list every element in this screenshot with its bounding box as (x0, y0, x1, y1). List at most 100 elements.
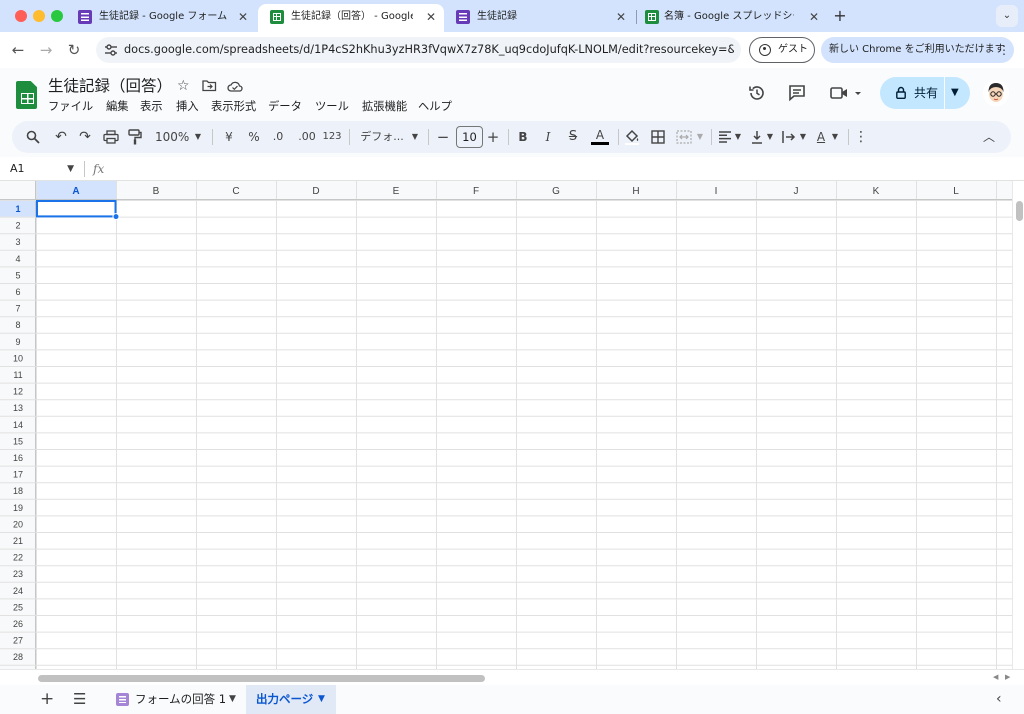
bold-button[interactable]: B (516, 121, 530, 153)
column-header-f[interactable]: F (473, 186, 479, 197)
column-header-b[interactable]: B (153, 186, 160, 197)
redo-icon[interactable]: ↷ (76, 121, 94, 153)
merge-cells-icon[interactable] (676, 130, 692, 144)
share-button[interactable]: 共有 ▼ (880, 77, 970, 109)
row-header-27[interactable]: 27 (13, 636, 23, 646)
currency-format-button[interactable]: ¥ (221, 121, 237, 153)
menu-insert[interactable]: 挿入 (173, 98, 202, 116)
row-header-6[interactable]: 6 (15, 287, 20, 297)
vertical-align-icon[interactable] (751, 130, 763, 144)
scroll-right-icon[interactable]: ▶ (1005, 673, 1010, 681)
borders-icon[interactable] (651, 130, 665, 144)
column-header-h[interactable]: H (632, 186, 639, 197)
row-header-23[interactable]: 23 (13, 569, 23, 579)
horizontal-align-icon[interactable] (718, 131, 732, 143)
zoom-select[interactable]: 100% (155, 121, 189, 153)
reload-icon[interactable]: ↻ (62, 38, 86, 62)
browser-tab-sheets-responses[interactable]: 生徒記録（回答） - Google スプレッドシート ✕ (258, 4, 444, 32)
sheet-tab-form-responses[interactable]: フォームの回答 1 ▼ (108, 685, 242, 714)
name-box[interactable]: A1 ▼ (0, 157, 82, 181)
row-header-26[interactable]: 26 (13, 619, 23, 629)
forward-icon[interactable]: → (34, 38, 58, 62)
cloud-saved-icon[interactable] (227, 80, 243, 92)
font-family-select[interactable]: デフォ... (357, 121, 407, 153)
chevron-left-icon[interactable]: ‹ (996, 685, 1002, 714)
row-header-22[interactable]: 22 (13, 553, 23, 563)
chevron-down-icon[interactable]: ▼ (409, 121, 421, 153)
menu-view[interactable]: 表示 (137, 98, 166, 116)
fill-handle[interactable] (112, 213, 120, 221)
selected-cell-outline[interactable] (36, 200, 117, 218)
row-header-7[interactable]: 7 (15, 304, 20, 314)
window-maximize-button[interactable] (51, 10, 63, 22)
increase-font-size-button[interactable]: + (486, 121, 500, 153)
row-header-11[interactable]: 11 (13, 370, 22, 380)
chrome-update-button[interactable]: 新しい Chrome をご利用いただけます ⋮ (821, 37, 1014, 63)
row-header-16[interactable]: 16 (13, 453, 23, 463)
browser-tab-forms-edit[interactable]: 生徒記録 ✕ (444, 4, 634, 32)
row-header-25[interactable]: 25 (13, 602, 23, 612)
google-sheets-logo[interactable] (16, 81, 37, 109)
row-header-14[interactable]: 14 (13, 420, 23, 430)
omnibox[interactable]: docs.google.com/spreadsheets/d/1P4cS2hKh… (96, 37, 741, 63)
more-vert-icon[interactable]: ⋮ (854, 121, 868, 153)
move-folder-icon[interactable] (202, 79, 217, 92)
row-header-3[interactable]: 3 (15, 237, 20, 247)
document-title[interactable]: 生徒記録（回答） (48, 76, 172, 96)
add-sheet-button[interactable]: + (40, 685, 54, 714)
browser-tab-forms[interactable]: 生徒記録 - Google フォーム ✕ (66, 4, 256, 32)
text-rotation-button[interactable]: A (814, 121, 828, 153)
row-header-12[interactable]: 12 (13, 387, 23, 397)
spreadsheet-grid[interactable]: A B C D E F G H I J K L 1 2 3 4 5 6 7 8 9 10 11 12 13 14 15 16 17 18 1… (0, 181, 1012, 669)
sheet-tab-output-page[interactable]: 出力ページ ▼ (246, 685, 336, 714)
italic-button[interactable]: I (541, 121, 555, 153)
collapse-menus-icon[interactable]: ︿ (981, 121, 997, 153)
print-icon[interactable] (103, 130, 119, 144)
avatar[interactable] (983, 80, 1009, 106)
guest-profile-button[interactable]: ゲスト (749, 37, 815, 63)
scroll-left-icon[interactable]: ◀ (993, 673, 998, 681)
browser-tab-roster[interactable]: 名簿 - Google スプレッドシート ✕ (637, 4, 827, 32)
history-icon[interactable] (748, 84, 766, 102)
column-header-a[interactable]: A (72, 186, 79, 197)
row-header-5[interactable]: 5 (15, 270, 20, 280)
menu-edit[interactable]: 編集 (103, 98, 132, 116)
font-size-input[interactable]: 10 (456, 126, 483, 148)
column-header-j[interactable]: J (794, 186, 799, 197)
column-header-i[interactable]: I (715, 186, 718, 197)
chevron-down-icon[interactable]: ▼ (733, 121, 743, 153)
window-minimize-button[interactable] (33, 10, 45, 22)
vertical-scrollbar[interactable] (1012, 181, 1024, 669)
row-header-19[interactable]: 19 (13, 503, 23, 513)
undo-icon[interactable]: ↶ (52, 121, 70, 153)
row-header-9[interactable]: 9 (15, 337, 20, 347)
search-menus-icon[interactable] (26, 130, 40, 144)
text-color-button[interactable]: A (590, 121, 610, 153)
chevron-down-icon[interactable]: ▼ (695, 121, 705, 153)
column-header-k[interactable]: K (873, 186, 880, 197)
row-header-10[interactable]: 10 (13, 353, 23, 363)
percent-format-button[interactable]: % (246, 121, 262, 153)
menu-tools[interactable]: ツール (312, 98, 352, 116)
row-header-21[interactable]: 21 (13, 536, 23, 546)
close-icon[interactable]: ✕ (809, 4, 819, 30)
chevron-down-icon[interactable]: ▼ (192, 121, 204, 153)
close-icon[interactable]: ✕ (426, 4, 436, 30)
text-wrapping-icon[interactable] (782, 130, 796, 144)
menu-extensions[interactable]: 拡張機能 (359, 98, 410, 116)
close-icon[interactable]: ✕ (238, 4, 248, 30)
fill-color-icon[interactable] (624, 129, 640, 145)
paint-format-icon[interactable] (128, 129, 142, 145)
decrease-decimal-button[interactable]: .0 (268, 121, 288, 153)
chevron-down-icon[interactable]: ▼ (830, 121, 840, 153)
column-header-e[interactable]: E (393, 186, 400, 197)
menu-help[interactable]: ヘルプ (415, 98, 455, 116)
row-header-2[interactable]: 2 (15, 221, 20, 231)
chevron-down-icon[interactable]: ▼ (798, 121, 808, 153)
row-header-28[interactable]: 28 (13, 652, 23, 662)
number-format-button[interactable]: 123 (322, 121, 342, 153)
chevron-down-icon[interactable]: ▼ (318, 685, 325, 714)
chevron-down-icon[interactable]: ▼ (67, 157, 74, 181)
row-header-18[interactable]: 18 (13, 486, 23, 496)
horizontal-scroll-thumb[interactable] (38, 675, 485, 682)
